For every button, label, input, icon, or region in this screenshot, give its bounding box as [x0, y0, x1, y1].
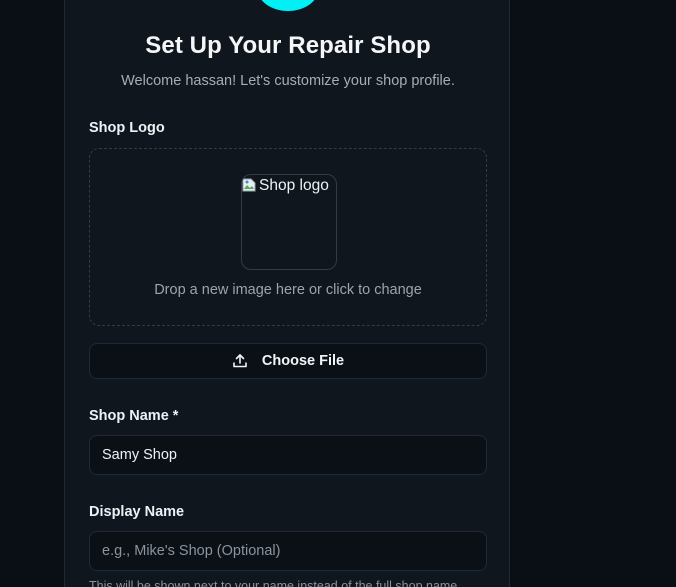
display-name-help-text: This will be shown next to your name ins… — [89, 579, 458, 587]
shop-name-label: Shop Name * — [89, 408, 179, 424]
choose-file-label: Choose File — [261, 353, 345, 369]
display-name-input[interactable] — [89, 531, 487, 571]
choose-file-button[interactable]: Choose File — [89, 343, 487, 379]
page-title: Set Up Your Repair Shop — [145, 32, 431, 59]
logo-dropzone[interactable]: Shop logo Drop a new image here or click… — [89, 148, 487, 326]
shop-name-input[interactable] — [89, 435, 487, 475]
display-name-label: Display Name — [89, 504, 185, 520]
broken-image: Shop logo — [242, 177, 329, 195]
shop-logo-label: Shop Logo — [89, 120, 165, 136]
upload-icon — [232, 353, 248, 369]
shop-logo-preview[interactable]: Shop logo — [241, 174, 337, 270]
shop-logo-alt-text: Shop logo — [259, 177, 329, 194]
dropzone-hint: Drop a new image here or click to change — [154, 282, 422, 298]
broken-image-icon — [242, 177, 256, 193]
page: Set Up Your Repair Shop Welcome hassan! … — [0, 0, 676, 587]
page-subtitle: Welcome hassan! Let's customize your sho… — [121, 73, 455, 89]
